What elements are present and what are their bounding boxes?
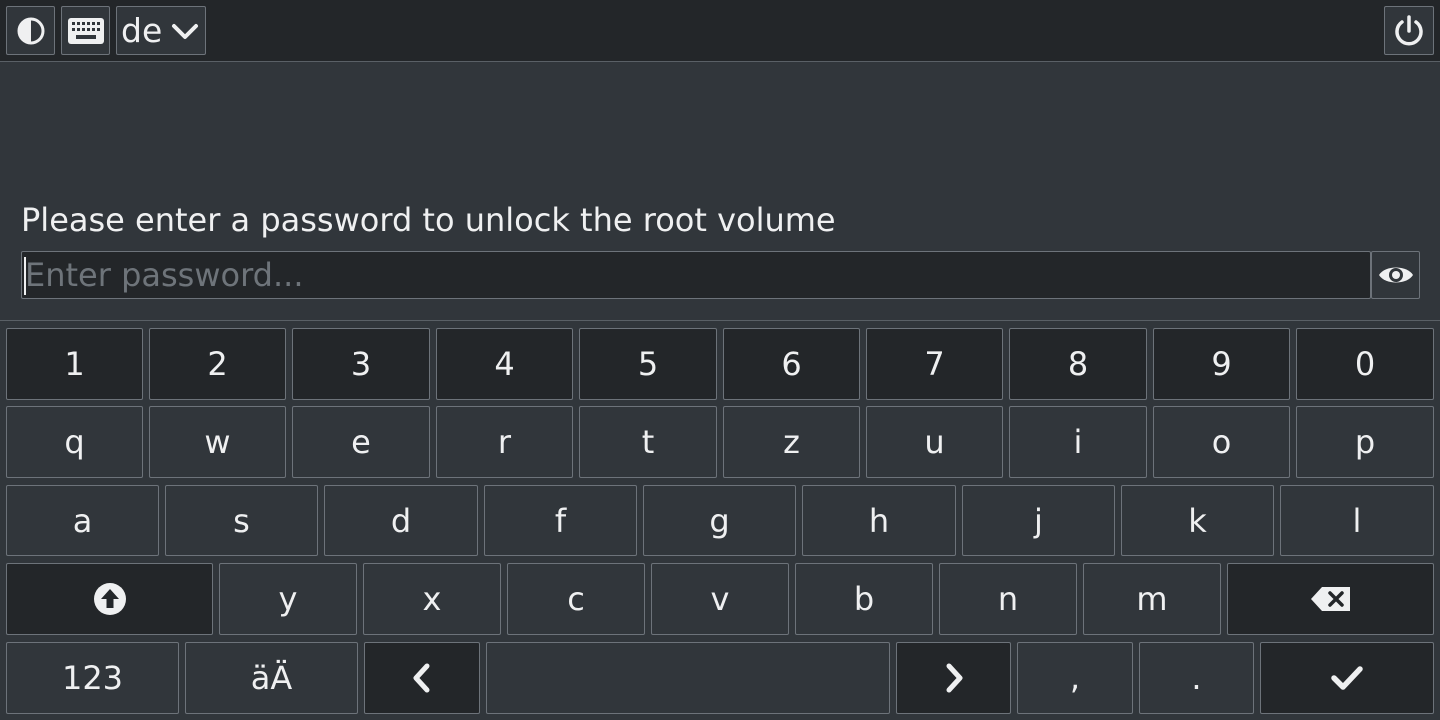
text-cursor: [24, 257, 26, 295]
contrast-toggle-button[interactable]: [6, 6, 55, 55]
key-f[interactable]: f: [484, 485, 637, 556]
backspace-icon: [1310, 587, 1350, 611]
key-g[interactable]: g: [643, 485, 796, 556]
key-d[interactable]: d: [324, 485, 478, 556]
key-3[interactable]: 3: [292, 328, 430, 400]
key-m[interactable]: m: [1083, 563, 1221, 635]
key-i[interactable]: i: [1009, 406, 1147, 478]
key-t[interactable]: t: [579, 406, 717, 478]
contrast-icon: [17, 17, 44, 44]
key-c[interactable]: c: [507, 563, 645, 635]
key-w[interactable]: w: [149, 406, 286, 478]
key-u[interactable]: u: [866, 406, 1003, 478]
checkmark-icon: [1331, 666, 1363, 690]
key-5[interactable]: 5: [579, 328, 717, 400]
key-z[interactable]: z: [723, 406, 860, 478]
shift-arrow-up-icon: [93, 583, 126, 615]
power-button[interactable]: [1384, 6, 1434, 55]
key-0[interactable]: 0: [1296, 328, 1434, 400]
keyboard-icon: [67, 17, 104, 44]
keyboard-layout-select[interactable]: de: [116, 6, 206, 55]
key-4[interactable]: 4: [436, 328, 573, 400]
key-v[interactable]: v: [651, 563, 789, 635]
key-y[interactable]: y: [219, 563, 357, 635]
key-cursor-right[interactable]: [896, 642, 1011, 714]
virtual-keyboard-button[interactable]: [61, 6, 110, 55]
chevron-down-icon: [172, 24, 198, 39]
on-screen-keyboard: 1 2 3 4 5 6 7 8 9 0 q w e r t z u i o p …: [0, 320, 1440, 720]
key-r[interactable]: r: [436, 406, 573, 478]
key-l[interactable]: l: [1280, 485, 1434, 556]
key-n[interactable]: n: [939, 563, 1077, 635]
key-symbols[interactable]: 123: [6, 642, 179, 714]
key-p[interactable]: p: [1296, 406, 1434, 478]
key-enter[interactable]: [1260, 642, 1434, 714]
key-7[interactable]: 7: [866, 328, 1003, 400]
key-k[interactable]: k: [1121, 485, 1274, 556]
top-panel: de: [0, 0, 1440, 62]
chevron-left-icon: [413, 663, 430, 693]
key-b[interactable]: b: [795, 563, 933, 635]
key-shift[interactable]: [6, 563, 213, 635]
key-h[interactable]: h: [802, 485, 956, 556]
key-a[interactable]: a: [6, 485, 159, 556]
key-comma[interactable]: ,: [1017, 642, 1133, 714]
key-1[interactable]: 1: [6, 328, 143, 400]
key-space[interactable]: [486, 642, 890, 714]
power-icon: [1395, 14, 1423, 45]
key-e[interactable]: e: [292, 406, 430, 478]
reveal-password-button[interactable]: [1371, 251, 1420, 299]
key-s[interactable]: s: [165, 485, 318, 556]
key-cursor-left[interactable]: [364, 642, 480, 714]
password-input[interactable]: [21, 251, 1371, 299]
eye-icon: [1378, 267, 1413, 283]
key-backspace[interactable]: [1227, 563, 1434, 635]
unlock-prompt-text: Please enter a password to unlock the ro…: [21, 201, 836, 239]
key-8[interactable]: 8: [1009, 328, 1147, 400]
key-j[interactable]: j: [962, 485, 1115, 556]
keyboard-layout-label: de: [121, 11, 163, 50]
key-6[interactable]: 6: [723, 328, 860, 400]
key-period[interactable]: .: [1139, 642, 1254, 714]
key-o[interactable]: o: [1153, 406, 1290, 478]
key-umlauts[interactable]: äÄ: [185, 642, 358, 714]
key-x[interactable]: x: [363, 563, 501, 635]
chevron-right-icon: [946, 663, 962, 693]
key-9[interactable]: 9: [1153, 328, 1290, 400]
key-2[interactable]: 2: [149, 328, 286, 400]
key-q[interactable]: q: [6, 406, 143, 478]
